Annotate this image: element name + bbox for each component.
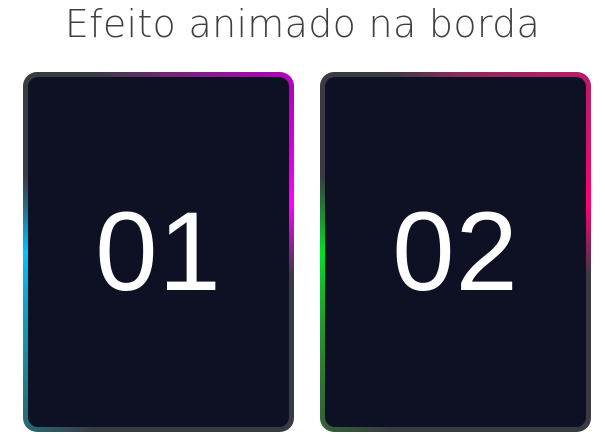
card-content: 02: [325, 77, 586, 427]
card-content: 01: [28, 77, 289, 427]
page-title: Efeito animado na borda: [64, 2, 541, 46]
card-number: 01: [95, 189, 222, 314]
card-02: 02: [320, 72, 591, 432]
card-number: 02: [392, 189, 519, 314]
card-01: 01: [23, 72, 294, 432]
